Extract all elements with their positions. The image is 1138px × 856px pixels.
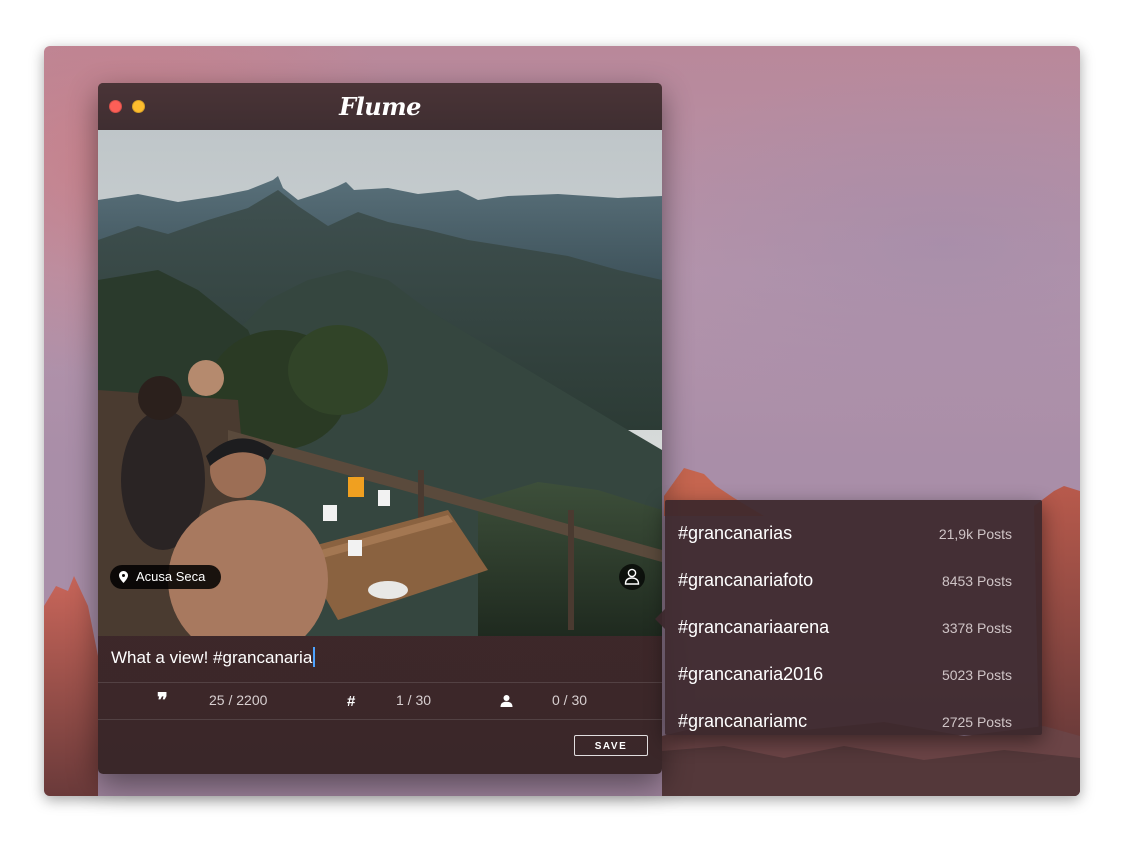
post-stats-bar: ❞ 25 / 2200 # 1 / 30 0 / 30: [98, 682, 662, 720]
post-photo[interactable]: Acusa Seca: [98, 130, 662, 636]
location-pin-icon: [119, 571, 128, 583]
suggestion-post-count: 2725 Posts: [941, 714, 1012, 730]
suggestion-item[interactable]: #grancanaria2016 5023 Posts: [665, 647, 1042, 694]
caption-input[interactable]: What a view! #grancanaria: [111, 647, 315, 668]
suggestion-item[interactable]: #grancanariamc 2725 Posts: [665, 694, 1042, 741]
mention-count: 0 / 30: [552, 692, 588, 708]
save-button[interactable]: SAVE: [574, 735, 648, 756]
caption-text: What a view! #grancanaria: [111, 648, 313, 667]
suggestion-post-count: 21,9k Posts: [938, 526, 1012, 542]
text-caret: [313, 647, 315, 667]
tag-people-button[interactable]: [619, 564, 645, 590]
hashtag-icon: #: [347, 693, 356, 710]
suggestion-item[interactable]: #grancanariaarena 3378 Posts: [665, 600, 1042, 647]
popup-pointer: [655, 609, 665, 629]
suggestion-tag: #grancanarias: [678, 523, 793, 543]
suggestion-item[interactable]: #grancanarias 21,9k Posts: [665, 506, 1042, 553]
suggestion-tag: #grancanariamc: [678, 711, 808, 731]
location-tag[interactable]: Acusa Seca: [110, 565, 222, 589]
title-bar: Flume: [98, 83, 662, 131]
suggestion-post-count: 5023 Posts: [941, 667, 1012, 683]
character-count: 25 / 2200: [209, 692, 268, 708]
quote-icon: ❞: [157, 688, 168, 712]
app-title: Flume: [339, 92, 421, 121]
suggestion-item[interactable]: #grancanariafoto 8453 Posts: [665, 553, 1042, 600]
hashtag-suggestions-popup: #grancanarias 21,9k Posts #grancanariafo…: [655, 500, 1042, 735]
suggestion-tag: #grancanariafoto: [678, 570, 814, 590]
suggestion-post-count: 8453 Posts: [941, 573, 1012, 589]
hashtag-count: 1 / 30: [396, 692, 432, 708]
suggestion-post-count: 3378 Posts: [941, 620, 1012, 636]
person-icon: [500, 694, 513, 711]
app-window: Flume Acusa Seca What a view! #grancanar…: [98, 83, 662, 774]
location-label: Acusa Seca: [136, 569, 206, 584]
suggestion-tag: #grancanariaarena: [678, 617, 830, 637]
suggestion-tag: #grancanaria2016: [678, 664, 824, 684]
